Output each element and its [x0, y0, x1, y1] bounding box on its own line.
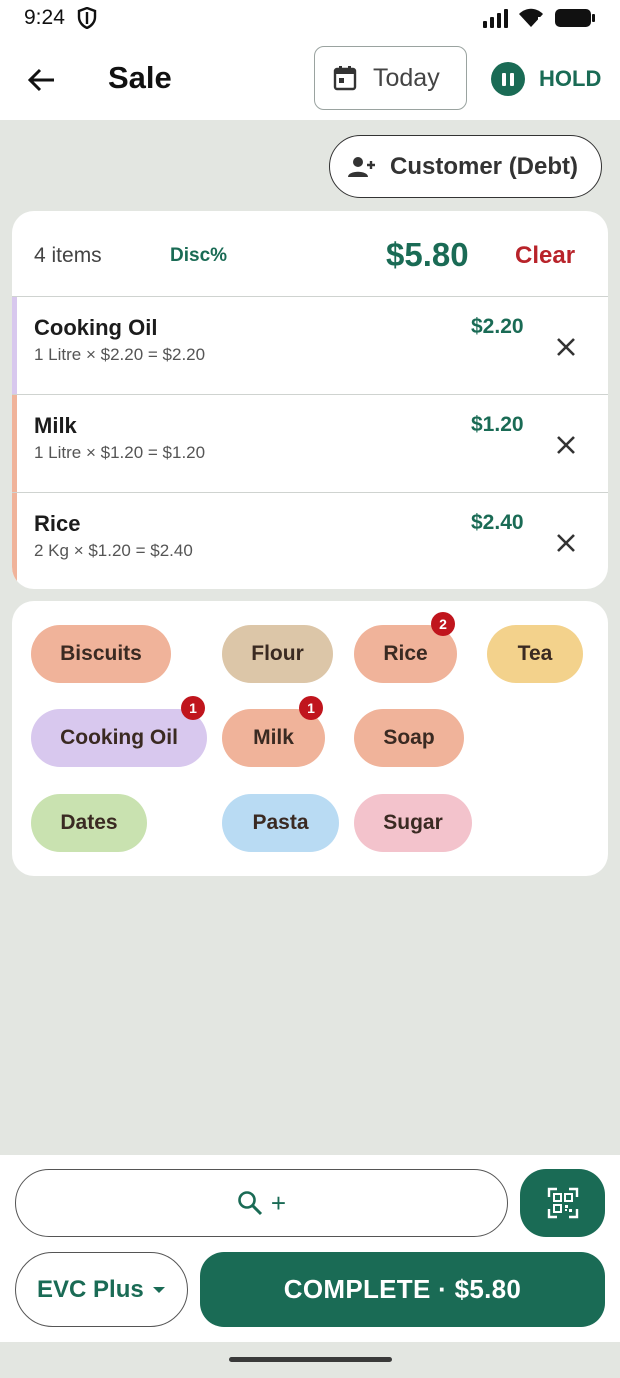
product-chip-label: Soap [383, 726, 435, 749]
wifi-icon [519, 8, 543, 28]
status-time: 9:24 [24, 6, 65, 29]
status-icons [482, 8, 596, 28]
product-chip-label: Sugar [383, 811, 443, 834]
cart-item-name: Milk [34, 413, 77, 438]
cart-item-detail: 1 Litre × $2.20 = $2.20 [34, 345, 206, 364]
search-add-field[interactable]: + [15, 1169, 508, 1237]
customer-debt-button[interactable]: Customer (Debt) [329, 135, 602, 198]
product-chip[interactable]: Pasta [222, 794, 339, 852]
cart-item-price: $2.40 [471, 511, 524, 534]
cart-item-row[interactable]: Cooking Oil 1 Litre × $2.20 = $2.20 $2.20 [12, 297, 608, 395]
product-chip[interactable]: Dates [31, 794, 147, 852]
signal-icon [483, 9, 508, 28]
quantity-badge: 1 [181, 696, 205, 720]
product-chip-label: Flour [251, 642, 304, 665]
caret-down-icon [152, 1286, 165, 1293]
remove-item-button[interactable] [552, 529, 580, 557]
close-icon [557, 338, 575, 356]
cart-item-detail: 1 Litre × $1.20 = $1.20 [34, 443, 206, 462]
cart-item-price: $2.20 [471, 315, 524, 338]
date-filter-button[interactable]: Today [314, 46, 467, 110]
cart-panel: 4 items Disc% $5.80 Clear Cooking Oil 1 L… [12, 211, 608, 589]
quantity-badge: 2 [431, 612, 455, 636]
product-chip[interactable]: Cooking Oil 1 [31, 696, 207, 767]
qr-code-icon [547, 1187, 578, 1219]
product-chip[interactable]: Tea [487, 625, 583, 683]
shield-icon [77, 7, 97, 29]
clear-cart-button[interactable]: Clear [515, 242, 575, 270]
cart-header: 4 items Disc% $5.80 Clear [12, 211, 608, 297]
complete-sale-button[interactable]: COMPLETE · $5.80 [200, 1252, 605, 1327]
hold-button[interactable]: HOLD [491, 62, 601, 96]
page-title: Sale [108, 60, 172, 95]
cart-item-color-stripe [12, 493, 17, 589]
close-icon [557, 436, 575, 454]
calendar-icon [333, 66, 357, 91]
product-grid: Biscuits Flour Rice 2 Tea Cooking Oil 1 Milk 1 So… [12, 601, 608, 876]
status-bar: 9:24 [0, 0, 620, 36]
remove-item-button[interactable] [552, 333, 580, 361]
cart-total: $5.80 [386, 236, 469, 273]
cart-item-name: Rice [34, 511, 81, 536]
cart-item-name: Cooking Oil [34, 315, 158, 340]
payment-method-label: EVC Plus [37, 1275, 144, 1303]
cart-item-color-stripe [12, 395, 17, 492]
plus-icon: + [270, 1187, 287, 1218]
payment-method-dropdown[interactable]: EVC Plus [15, 1252, 188, 1327]
product-chip[interactable]: Rice 2 [354, 612, 457, 683]
product-chip-label: Dates [60, 811, 118, 834]
product-chip-label: Rice [383, 642, 428, 665]
close-icon [557, 534, 575, 552]
qr-scan-button[interactable] [520, 1169, 605, 1237]
product-chip-label: Biscuits [60, 642, 142, 665]
remove-item-button[interactable] [552, 431, 580, 459]
product-chip[interactable]: Soap [354, 709, 464, 767]
app-bar: Sale Today HOLD [0, 36, 620, 120]
product-chip[interactable]: Milk 1 [222, 696, 325, 767]
product-chip-label: Pasta [252, 811, 309, 834]
search-icon [238, 1191, 262, 1216]
date-filter-label: Today [373, 63, 440, 92]
items-count: 4 items [34, 244, 102, 267]
product-chip[interactable]: Flour [222, 625, 333, 683]
cart-item-row[interactable]: Milk 1 Litre × $1.20 = $1.20 $1.20 [12, 395, 608, 493]
complete-sale-label: COMPLETE · $5.80 [283, 1274, 522, 1304]
product-chip-label: Cooking Oil [60, 726, 178, 749]
add-person-icon [348, 156, 375, 177]
quantity-badge: 1 [299, 696, 323, 720]
discount-button[interactable]: Disc% [170, 245, 227, 267]
cart-item-price: $1.20 [471, 413, 524, 436]
cart-item-row[interactable]: Rice 2 Kg × $1.20 = $2.40 $2.40 [12, 493, 608, 589]
product-chip[interactable]: Biscuits [31, 625, 171, 683]
cart-items-list: Cooking Oil 1 Litre × $2.20 = $2.20 $2.20 M… [12, 297, 608, 589]
product-chip-label: Tea [517, 642, 553, 665]
product-chip-label: Milk [253, 726, 294, 749]
arrow-left-icon [28, 68, 54, 92]
home-indicator[interactable] [229, 1357, 392, 1362]
customer-debt-label: Customer (Debt) [390, 152, 579, 180]
bottom-bar: + EVC Plus COMPLETE · $5.80 [0, 1155, 620, 1342]
pause-icon [491, 62, 525, 96]
battery-icon [555, 9, 595, 27]
hold-label: HOLD [539, 66, 602, 91]
cart-item-detail: 2 Kg × $1.20 = $2.40 [34, 541, 193, 560]
cart-item-color-stripe [12, 297, 17, 394]
product-chip[interactable]: Sugar [354, 794, 472, 852]
back-button[interactable] [24, 62, 60, 98]
